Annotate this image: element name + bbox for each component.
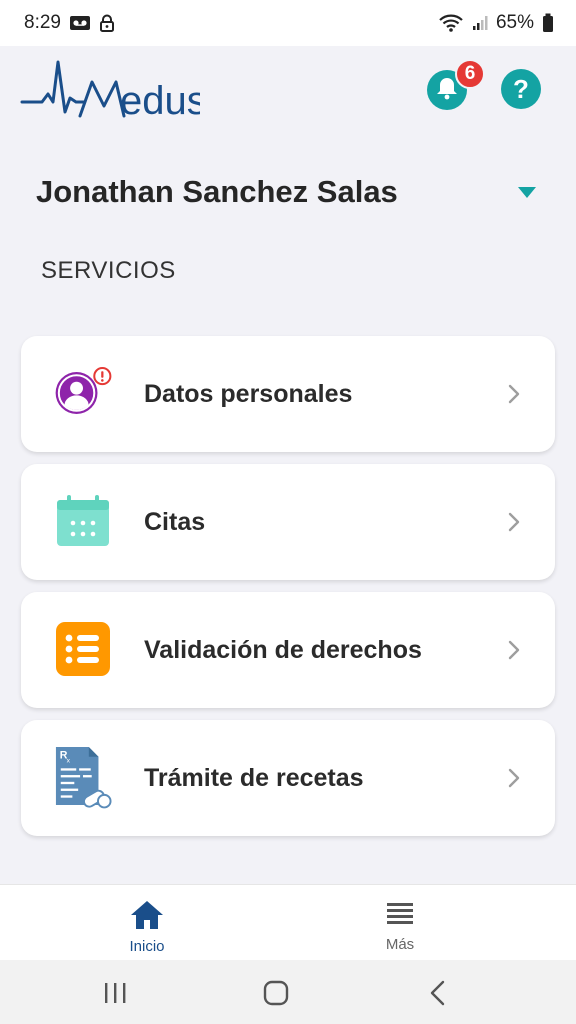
bottom-nav: Inicio Más [0, 884, 576, 960]
service-card-validacion[interactable]: Validación de derechos [21, 592, 555, 708]
home-system-icon[interactable] [263, 980, 289, 1011]
chevron-right-icon [507, 511, 521, 533]
service-label: Trámite de recetas [144, 763, 364, 792]
notification-badge: 6 [455, 59, 485, 89]
battery-icon [542, 13, 554, 33]
back-icon[interactable] [428, 980, 448, 1011]
home-icon [129, 899, 165, 936]
nav-more-label: Más [385, 936, 415, 953]
service-card-datos-personales[interactable]: Datos personales [21, 336, 555, 452]
calendar-icon [54, 491, 112, 551]
service-label: Datos personales [144, 379, 353, 408]
menu-icon [386, 899, 414, 934]
lock-icon [99, 14, 115, 32]
signal-icon [472, 15, 488, 31]
voicemail-icon [69, 15, 91, 31]
system-nav-bar [0, 960, 576, 1024]
service-card-citas[interactable]: Citas [21, 464, 555, 580]
chevron-right-icon [507, 767, 521, 789]
nav-home-label: Inicio [129, 938, 165, 955]
service-label: Validación de derechos [144, 635, 422, 664]
person-icon [54, 363, 112, 423]
wifi-icon [438, 14, 464, 32]
nav-more[interactable]: Más [340, 899, 460, 953]
nav-home[interactable]: Inicio [87, 899, 207, 955]
help-button[interactable]: ? [501, 69, 541, 109]
section-title: SERVICIOS [41, 257, 176, 284]
service-card-recetas[interactable]: R x Trámite de recetas [21, 720, 555, 836]
app-header: edus 6 ? [0, 46, 576, 142]
status-bar: 8:29 65% [0, 0, 576, 46]
user-selector[interactable]: Jonathan Sanchez Salas [36, 170, 540, 214]
prescription-icon: R x [54, 747, 112, 809]
chevron-right-icon [507, 383, 521, 405]
status-left: 8:29 [24, 12, 115, 34]
status-right: 65% [438, 12, 554, 34]
list-icon [54, 619, 112, 679]
status-time: 8:29 [24, 12, 61, 33]
caret-down-icon[interactable] [518, 186, 536, 198]
recent-apps-icon[interactable] [102, 980, 128, 1011]
app-logo: edus [20, 58, 207, 123]
battery-percent: 65% [495, 12, 534, 33]
svg-text:edus: edus [120, 79, 200, 120]
bell-icon [436, 76, 458, 105]
chevron-right-icon [507, 639, 521, 661]
question-icon: ? [513, 73, 529, 104]
user-name: Jonathan Sanchez Salas [36, 174, 398, 209]
service-label: Citas [144, 507, 206, 536]
